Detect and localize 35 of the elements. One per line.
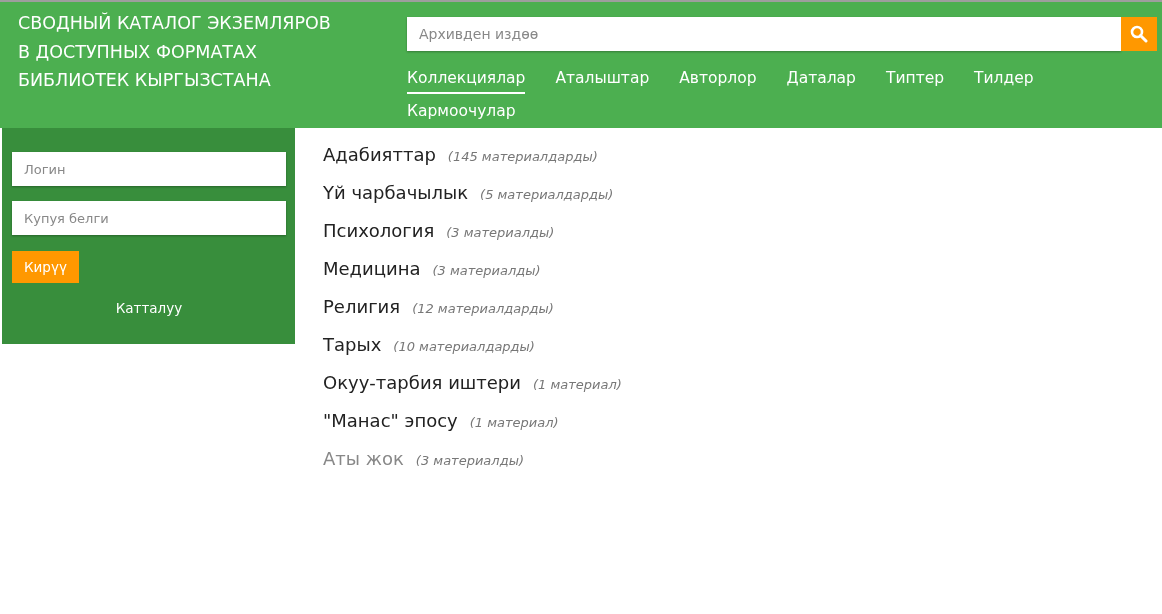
collection-link[interactable]: Медицина (323, 258, 421, 279)
nav-link[interactable]: Кармоочулар (407, 100, 516, 127)
login-field[interactable]: Логин (12, 152, 286, 186)
nav-link[interactable]: Аталыштар (555, 67, 650, 94)
item-count: (3 материалды) (415, 453, 524, 468)
item-count: (5 материалдарды) (480, 187, 614, 202)
collection-link[interactable]: Тарых (323, 334, 382, 355)
nav-link[interactable]: Даталар (786, 67, 856, 94)
nav-link[interactable]: Коллекциялар (407, 67, 526, 94)
collection-link[interactable]: Үй чарбачылык (323, 182, 469, 203)
collection-link[interactable]: Психология (323, 220, 435, 241)
search-button[interactable] (1121, 17, 1157, 51)
register-link[interactable]: Катталуу (115, 300, 183, 316)
nav-link[interactable]: Тилдер (974, 67, 1034, 94)
item-count: (10 материалдарды) (393, 339, 535, 354)
item-count: (145 материалдарды) (447, 149, 598, 164)
site-title-line: БИБЛИОТЕК КЫРГЫЗСТАНА (18, 69, 272, 92)
collection-link[interactable]: Религия (323, 296, 401, 317)
collection-link[interactable]: Аты жок (323, 448, 404, 469)
item-count: (3 материалды) (446, 225, 555, 240)
collection-link[interactable]: Окуу-тарбия иштери (323, 372, 521, 393)
password-field[interactable]: Купуя белги (12, 201, 286, 235)
site-title-line: В ДОСТУПНЫХ ФОРМАТАХ (18, 40, 258, 64)
item-count: (12 материалдарды) (412, 301, 554, 316)
item-count: (3 материалды) (432, 263, 541, 278)
item-count: (1 материал) (533, 377, 622, 392)
collection-link[interactable]: "Манас" эпосу (323, 410, 458, 431)
search-icon (1130, 25, 1148, 43)
login-button[interactable]: Кирүү (12, 251, 79, 283)
nav-link[interactable]: Типтер (885, 67, 945, 94)
collection-link[interactable]: Адабияттар (323, 144, 436, 165)
nav-link[interactable]: Авторлор (679, 67, 757, 94)
search-field[interactable]: Архивден издөө (407, 17, 1121, 51)
site-title-line: СВОДНЫЙ КАТАЛОГ ЭКЗЕМЛЯРОВ (18, 11, 332, 35)
item-count: (1 материал) (469, 415, 559, 430)
